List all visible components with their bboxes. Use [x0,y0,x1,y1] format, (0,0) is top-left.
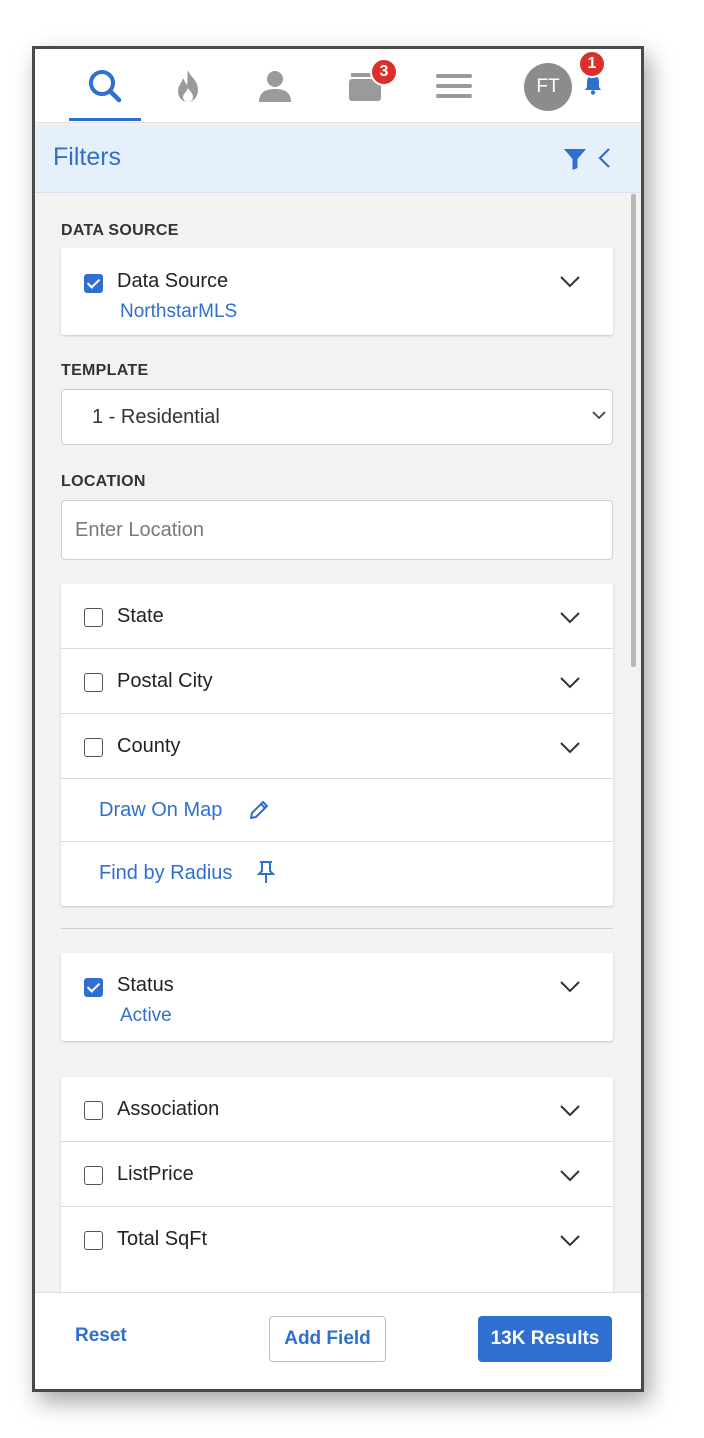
carts-badge: 3 [370,58,398,86]
total-sqft-label: Total SqFt [117,1228,208,1250]
nav-search[interactable] [69,49,141,123]
chevron-down-icon[interactable] [559,1234,581,1248]
postal-city-checkbox[interactable] [84,673,103,692]
data-source-section-label: DATA SOURCE [61,222,179,239]
notifications-badge: 1 [578,50,606,78]
scrollbar-thumb[interactable] [631,194,636,667]
field-row-total-sqft[interactable]: Total SqFt [61,1207,613,1272]
reset-button[interactable]: Reset [75,1325,127,1347]
chevron-down-icon[interactable] [559,1169,581,1183]
top-nav: 3 FT 1 [35,49,641,123]
filters-footer: Reset Add Field 13K Results [35,1292,641,1389]
hamburger-icon [436,74,472,98]
location-input[interactable] [61,500,613,560]
filters-content[interactable]: DATA SOURCE Data Source NorthstarMLS TEM… [35,194,641,1307]
field-row-association[interactable]: Association [61,1077,613,1142]
find-by-radius-row[interactable]: Find by Radius [61,842,613,905]
nav-hot[interactable] [152,49,224,123]
template-select[interactable]: 1 - Residential [61,389,613,445]
status-checkbox[interactable] [84,978,103,997]
state-checkbox[interactable] [84,608,103,627]
total-sqft-checkbox[interactable] [84,1231,103,1250]
filters-title: Filters [53,143,122,171]
template-section-label: TEMPLATE [61,362,149,379]
location-card: State Postal City County Draw On Map Fin… [61,584,613,906]
data-source-label: Data Source [117,270,229,292]
county-label: County [117,735,181,757]
fields-card: Association ListPrice Total SqFt [61,1077,613,1307]
funnel-icon[interactable] [563,147,587,171]
location-row-state[interactable]: State [61,584,613,649]
person-icon [259,71,291,102]
app-frame: 3 FT 1 Filters DATA SOURCE Data Source N… [32,46,644,1392]
county-checkbox[interactable] [84,738,103,757]
listprice-label: ListPrice [117,1163,194,1185]
status-value: Active [120,1005,172,1026]
flame-icon [178,70,198,102]
location-section-label: LOCATION [61,473,146,490]
results-button[interactable]: 13K Results [478,1316,612,1362]
chevron-down-icon[interactable] [559,676,581,690]
draw-on-map-row[interactable]: Draw On Map [61,779,613,842]
add-field-button[interactable]: Add Field [269,1316,386,1362]
chevron-down-icon[interactable] [559,980,581,994]
nav-active-indicator [69,118,141,121]
chevron-down-icon[interactable] [559,741,581,755]
status-label: Status [117,974,174,996]
draw-on-map-link[interactable]: Draw On Map [99,799,222,822]
nav-contacts[interactable] [239,49,311,123]
template-selected-value: 1 - Residential [92,406,220,428]
association-checkbox[interactable] [84,1101,103,1120]
search-icon [89,70,122,103]
pin-icon [257,861,275,883]
data-source-card[interactable]: Data Source NorthstarMLS [61,248,613,335]
chevron-left-icon[interactable] [597,147,611,169]
chevron-down-icon [592,411,606,420]
section-divider [61,928,613,929]
postal-city-label: Postal City [117,670,213,692]
listprice-checkbox[interactable] [84,1166,103,1185]
find-by-radius-link[interactable]: Find by Radius [99,862,232,885]
field-row-listprice[interactable]: ListPrice [61,1142,613,1207]
filters-header: Filters [35,125,641,193]
data-source-checkbox[interactable] [84,274,103,293]
location-row-postal-city[interactable]: Postal City [61,649,613,714]
location-row-county[interactable]: County [61,714,613,779]
data-source-value: NorthstarMLS [120,301,238,322]
nav-menu[interactable] [418,49,490,123]
status-card[interactable]: Status Active [61,953,613,1041]
chevron-down-icon[interactable] [559,611,581,625]
chevron-down-icon[interactable] [559,275,581,289]
pencil-icon [250,801,268,819]
association-label: Association [117,1098,220,1120]
state-label: State [117,605,164,627]
avatar[interactable]: FT [524,63,572,111]
chevron-down-icon[interactable] [559,1104,581,1118]
